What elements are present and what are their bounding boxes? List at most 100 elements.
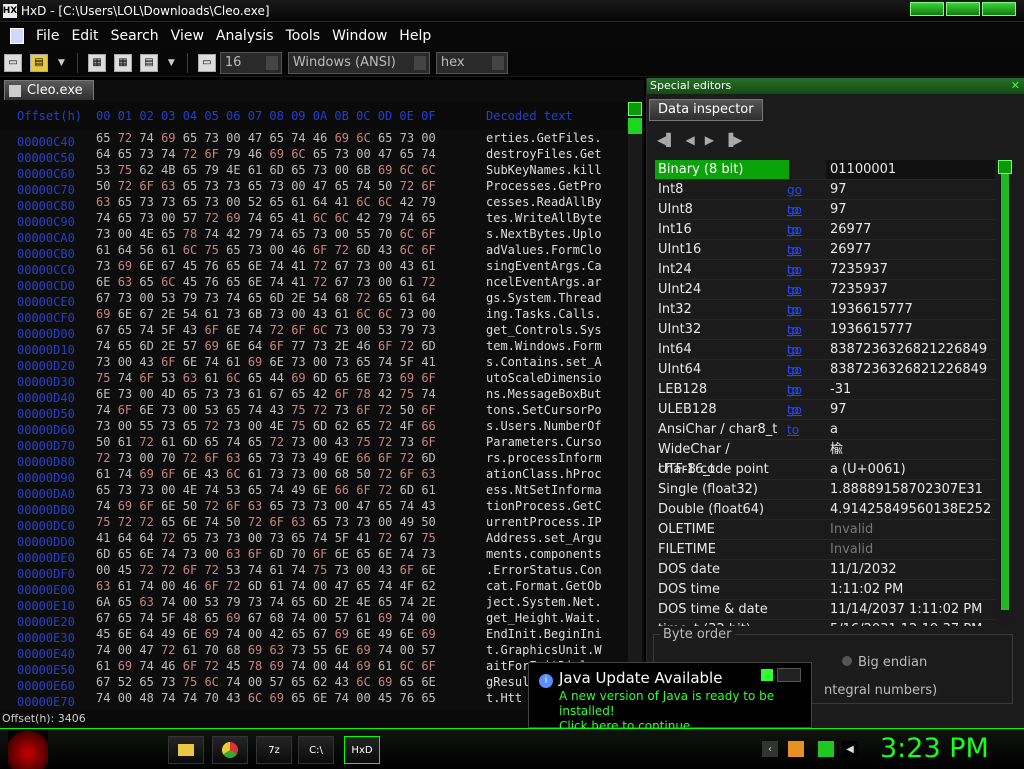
hex-byte[interactable]: 67 bbox=[313, 627, 335, 641]
row-hex-bytes[interactable]: 63 61 74 00 46 6F 72 6D 61 74 00 47 65 7… bbox=[96, 578, 486, 594]
hex-byte[interactable]: 46 bbox=[291, 243, 313, 257]
hex-byte[interactable]: 67 bbox=[161, 259, 183, 273]
hex-byte[interactable]: 6E bbox=[226, 339, 248, 353]
hex-byte[interactable]: 6E bbox=[139, 403, 161, 417]
hex-byte[interactable]: 6E bbox=[335, 643, 357, 657]
hex-byte[interactable]: 65 bbox=[291, 163, 313, 177]
hex-byte[interactable]: 72 bbox=[118, 131, 140, 145]
hex-byte[interactable]: 47 bbox=[335, 579, 357, 593]
hex-byte[interactable]: 74 bbox=[139, 611, 161, 625]
hex-byte[interactable]: 73 bbox=[356, 259, 378, 273]
hex-byte[interactable]: 00 bbox=[118, 227, 140, 241]
hex-byte[interactable]: 65 bbox=[183, 531, 205, 545]
hex-row[interactable]: 00000D30 75 74 6F 53 63 61 6C 65 44 69 6D… bbox=[0, 370, 626, 389]
hex-byte[interactable]: 74 bbox=[96, 211, 118, 225]
hex-byte[interactable]: 4F bbox=[400, 579, 422, 593]
hex-byte[interactable]: 00 bbox=[378, 515, 400, 529]
hex-byte[interactable]: 65 bbox=[204, 435, 226, 449]
hex-byte[interactable]: 00 bbox=[248, 419, 270, 433]
inspector-value[interactable]: Invalid bbox=[826, 540, 995, 559]
hex-byte[interactable]: 6E bbox=[270, 355, 292, 369]
hex-byte[interactable]: 75 bbox=[204, 243, 226, 257]
hex-byte[interactable]: 45 bbox=[96, 627, 118, 641]
hex-byte[interactable]: 6F bbox=[204, 323, 226, 337]
hex-row[interactable]: 00000DF0 00 45 72 72 6F 72 53 74 61 74 75… bbox=[0, 562, 626, 581]
bytes-per-row-select[interactable]: 16 bbox=[219, 51, 282, 74]
hex-byte[interactable]: 73 bbox=[291, 435, 313, 449]
hex-byte[interactable]: 74 bbox=[291, 131, 313, 145]
hex-byte[interactable]: 74 bbox=[400, 611, 422, 625]
hex-row[interactable]: 00000E20 67 65 74 5F 48 65 69 67 68 74 00… bbox=[0, 610, 626, 629]
hex-byte[interactable]: 45 bbox=[183, 275, 205, 289]
hex-byte[interactable]: 73 bbox=[400, 435, 422, 449]
hex-byte[interactable]: 6E bbox=[226, 323, 248, 337]
hex-byte[interactable]: 64 bbox=[118, 531, 140, 545]
hex-byte[interactable]: 69 bbox=[118, 659, 140, 673]
hex-byte[interactable]: 00 bbox=[356, 691, 378, 705]
hex-byte[interactable]: 72 bbox=[118, 179, 140, 193]
hex-byte[interactable]: 00 bbox=[291, 179, 313, 193]
hex-byte[interactable]: 57 bbox=[183, 211, 205, 225]
hex-byte[interactable]: 69 bbox=[356, 643, 378, 657]
hex-byte[interactable]: 76 bbox=[400, 691, 422, 705]
hex-byte[interactable]: 6F bbox=[313, 243, 335, 257]
hex-byte[interactable]: 69 bbox=[378, 611, 400, 625]
hex-byte[interactable]: 6D bbox=[400, 483, 422, 497]
hex-byte[interactable]: 74 bbox=[204, 483, 226, 497]
hex-byte[interactable]: 74 bbox=[378, 579, 400, 593]
hex-byte[interactable]: 79 bbox=[378, 211, 400, 225]
hex-row[interactable]: 00000E00 63 61 74 00 46 6F 72 6D 61 74 00… bbox=[0, 578, 626, 597]
hex-byte[interactable]: 6C bbox=[378, 195, 400, 209]
java-tray-icon[interactable] bbox=[788, 741, 804, 757]
row-decoded-text[interactable]: ncelEventArgs.ar bbox=[486, 274, 626, 290]
hex-row[interactable]: 00000CF0 69 6E 67 2E 54 61 73 6B 73 00 43… bbox=[0, 306, 626, 325]
hex-byte[interactable]: 65 bbox=[291, 627, 313, 641]
hex-byte[interactable]: 6E bbox=[378, 547, 400, 561]
row-hex-bytes[interactable]: 75 74 6F 53 63 61 6C 65 44 69 6D 65 6E 7… bbox=[96, 370, 486, 386]
hex-row[interactable]: 00000C40 65 72 74 69 65 73 00 47 65 74 46… bbox=[0, 130, 626, 149]
hex-byte[interactable]: 66 bbox=[335, 483, 357, 497]
hex-byte[interactable]: 49 bbox=[291, 483, 313, 497]
hex-byte[interactable]: 61 bbox=[421, 483, 435, 497]
hex-byte[interactable]: 57 bbox=[421, 643, 435, 657]
hex-byte[interactable]: 73 bbox=[161, 419, 183, 433]
row-hex-bytes[interactable]: 67 73 00 53 79 73 74 65 6D 2E 54 68 72 6… bbox=[96, 290, 486, 306]
hex-byte[interactable]: 43 bbox=[335, 675, 357, 689]
hex-byte[interactable]: 6E bbox=[139, 547, 161, 561]
hex-byte[interactable]: 6C bbox=[356, 195, 378, 209]
hex-byte[interactable]: 73 bbox=[270, 531, 292, 545]
hex-byte[interactable]: 53 bbox=[226, 563, 248, 577]
inspector-row[interactable]: Single (float32) 1.88889158702307E31 bbox=[655, 480, 995, 500]
hex-byte[interactable]: 6D bbox=[313, 595, 335, 609]
inspector-value[interactable]: 11/1/2032 bbox=[826, 560, 995, 579]
hex-byte[interactable]: 4E bbox=[226, 163, 248, 177]
hex-byte[interactable]: 65 bbox=[118, 195, 140, 209]
hex-byte[interactable]: 00 bbox=[356, 323, 378, 337]
inspector-row[interactable]: WideChar / char16_t 楡 bbox=[655, 440, 995, 477]
hex-byte[interactable]: 74 bbox=[378, 643, 400, 657]
hex-byte[interactable]: 00 bbox=[335, 163, 357, 177]
hex-byte[interactable]: 69 bbox=[270, 147, 292, 161]
hex-byte[interactable]: 61 bbox=[421, 259, 435, 273]
hex-byte[interactable]: 73 bbox=[313, 339, 335, 353]
hex-byte[interactable]: 73 bbox=[335, 403, 357, 417]
hex-byte[interactable]: 50 bbox=[183, 499, 205, 513]
hex-byte[interactable]: 6F bbox=[204, 579, 226, 593]
hex-byte[interactable]: 6E bbox=[400, 627, 422, 641]
hex-byte[interactable]: 61 bbox=[356, 611, 378, 625]
scroll-up-arrow-icon[interactable] bbox=[628, 102, 642, 116]
hex-byte[interactable]: 43 bbox=[270, 403, 292, 417]
row-decoded-text[interactable]: s.Users.NumberOf bbox=[486, 418, 626, 434]
hex-byte[interactable]: 42 bbox=[400, 195, 422, 209]
row-decoded-text[interactable]: gs.System.Thread bbox=[486, 290, 626, 306]
hex-byte[interactable]: 74 bbox=[96, 691, 118, 705]
hex-byte[interactable]: 63 bbox=[118, 275, 140, 289]
hex-byte[interactable]: 69 bbox=[291, 371, 313, 385]
row-hex-bytes[interactable]: 65 72 74 69 65 73 00 47 65 74 46 69 6C 6… bbox=[96, 130, 486, 146]
hex-byte[interactable]: 45 bbox=[226, 659, 248, 673]
hex-byte[interactable]: 6E bbox=[161, 499, 183, 513]
hex-byte[interactable]: 67 bbox=[96, 675, 118, 689]
row-decoded-text[interactable]: urrentProcess.IP bbox=[486, 514, 626, 530]
hex-byte[interactable]: 00 bbox=[421, 611, 435, 625]
hex-byte[interactable]: 00 bbox=[118, 691, 140, 705]
